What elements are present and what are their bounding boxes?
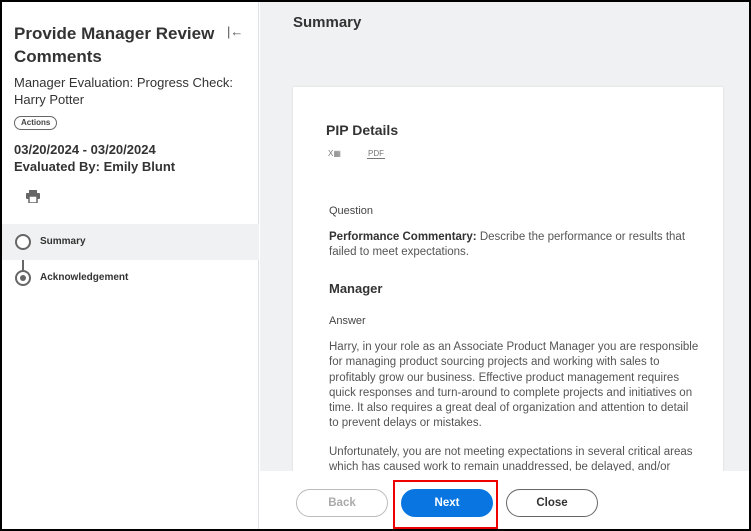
footer-bar: Back Next Close [260,471,749,529]
step-circle-icon [15,234,31,250]
answer-label: Answer [329,315,366,327]
pip-details-card: PIP Details X▦ PDF Question Performance … [293,87,723,487]
sidebar: Provide Manager Review Comments |← Manag… [2,2,259,529]
card-title: PIP Details [326,122,399,138]
evaluation-info: 03/20/2024 - 03/20/2024 Evaluated By: Emi… [14,141,175,175]
next-button[interactable]: Next [401,489,493,517]
question-text: Performance Commentary: Describe the per… [329,231,686,259]
excel-export-icon[interactable]: X▦ [328,149,341,158]
back-button[interactable]: Back [296,489,388,517]
pdf-export-icon[interactable]: PDF [367,149,385,159]
date-range: 03/20/2024 - 03/20/2024 [14,142,156,157]
step-summary[interactable]: Summary [2,224,259,260]
page-title: Summary [293,14,362,31]
question-label: Question [329,205,374,217]
task-title: Provide Manager Review Comments [14,24,215,66]
step-label: Acknowledgement [40,272,129,283]
step-label: Summary [40,236,86,247]
task-subtitle: Manager Evaluation: Progress Check: Harr… [14,75,233,107]
collapse-sidebar-icon[interactable]: |← [227,24,243,39]
step-circle-selected-icon [15,270,31,286]
actions-button[interactable]: Actions [14,116,58,130]
main-panel: Summary PIP Details X▦ PDF Question Perf… [260,2,749,529]
evaluated-by: Evaluated By: Emily Blunt [14,159,176,174]
answer-paragraph: Harry, in your role as an Associate Prod… [329,341,699,430]
close-button[interactable]: Close [506,489,598,517]
print-icon[interactable] [26,190,40,203]
step-acknowledgement[interactable]: Acknowledgement [2,260,259,296]
section-heading: Manager [329,281,383,296]
